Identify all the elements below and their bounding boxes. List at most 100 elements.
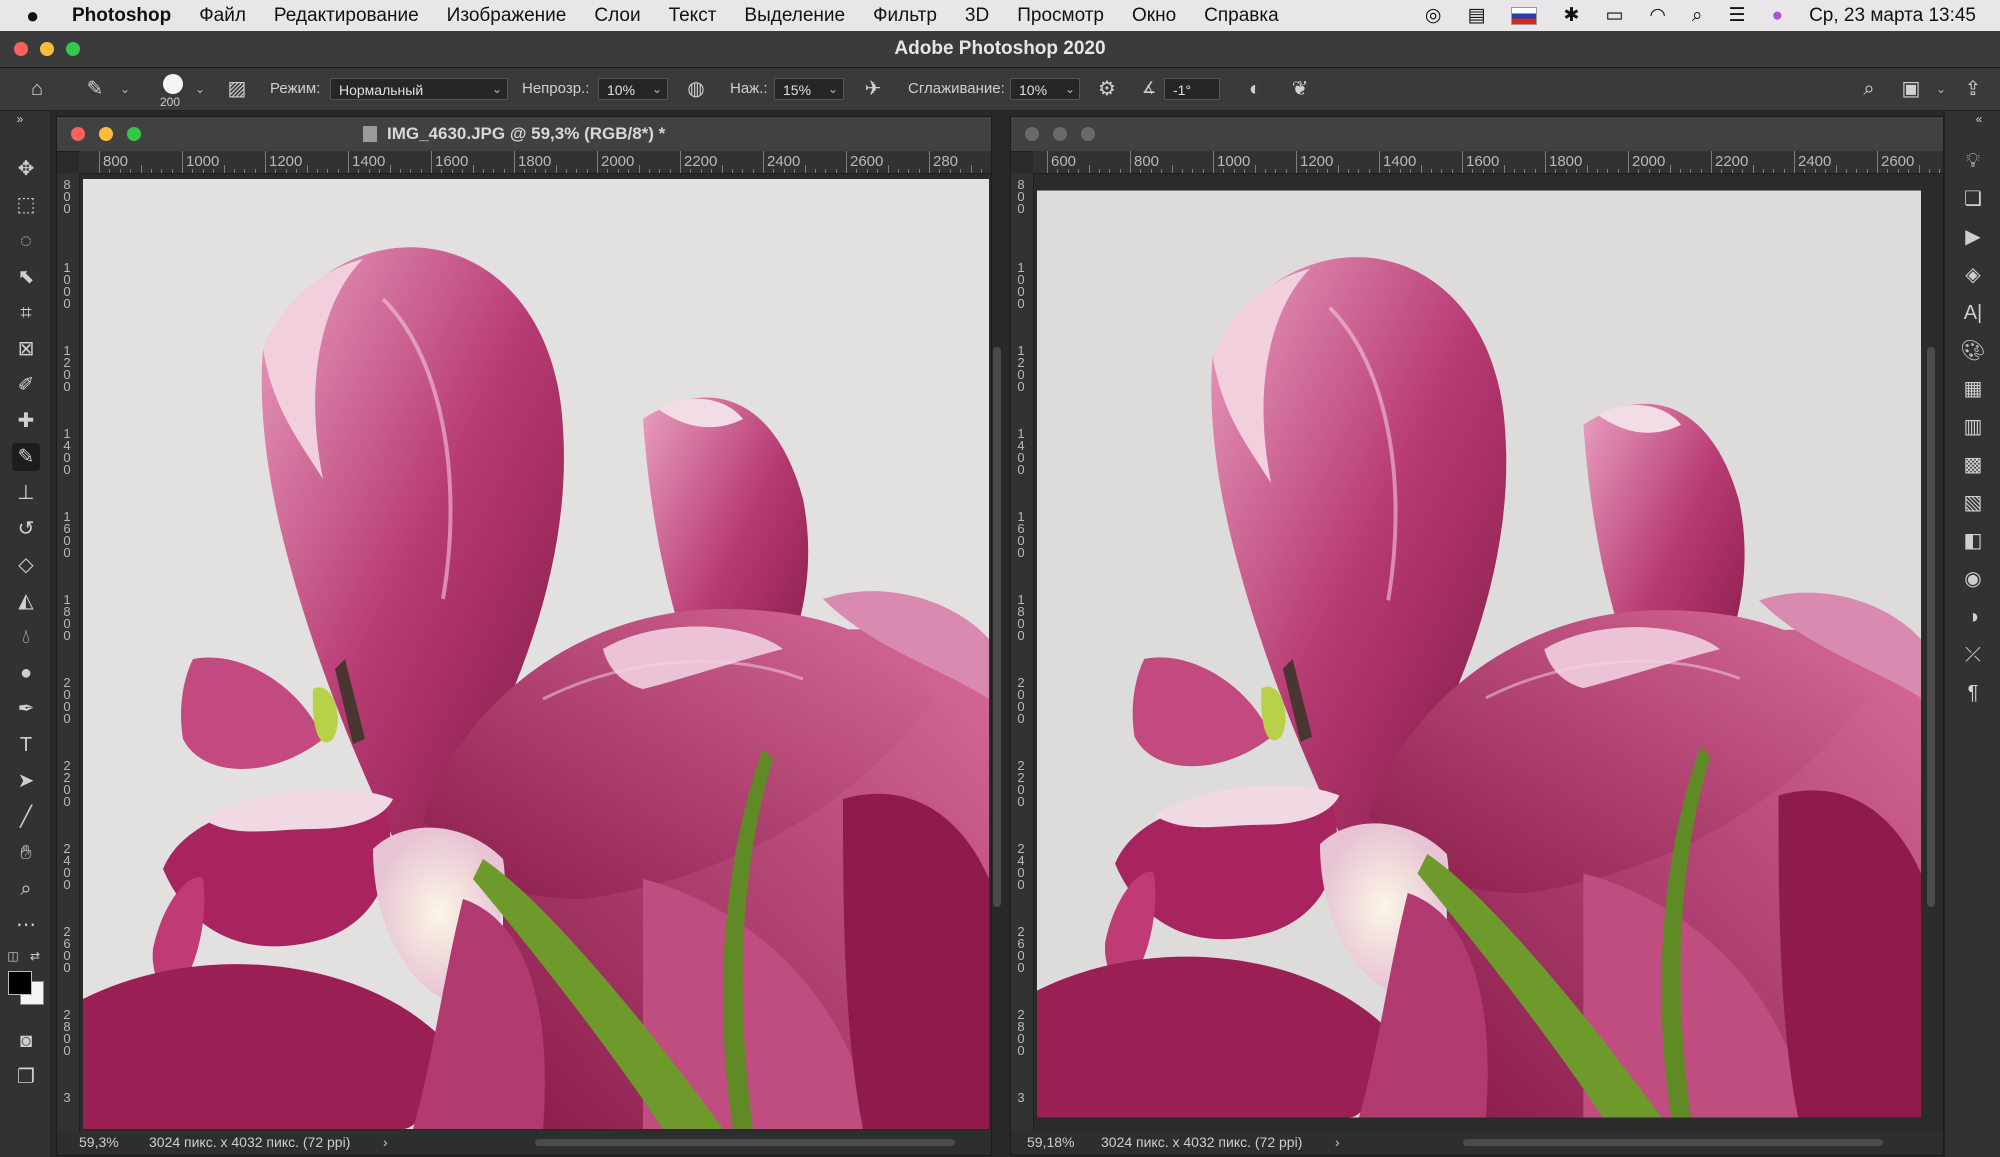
character-panel-icon[interactable]: A| [1959, 299, 1987, 327]
gradients-panel-icon[interactable]: ▥ [1959, 413, 1987, 441]
doc-minimize-button[interactable] [99, 127, 113, 141]
horizontal-ruler-right[interactable]: 600 800 1000 1200 1400 1600 1800 2000 2200 2400 26… [1033, 151, 1943, 174]
size-pressure-icon[interactable]: ◐ [1242, 76, 1268, 102]
object-selection-tool-icon[interactable]: ⬉ [12, 263, 40, 291]
screen-mode-icon[interactable]: ❐ [12, 1063, 40, 1091]
canvas-left[interactable] [83, 179, 989, 1129]
menu-edit[interactable]: Редактирование [274, 5, 419, 27]
creative-cloud-icon[interactable]: ◎ [1425, 4, 1442, 27]
horizontal-ruler-left[interactable]: 800 1000 1200 1400 1600 1800 2000 2200 2400 2600 2… [79, 151, 991, 174]
dodge-tool-icon[interactable]: ● [12, 659, 40, 687]
airbrush-icon[interactable]: ✈ [860, 76, 886, 102]
doc-right-close-button[interactable] [1025, 127, 1039, 141]
vertical-scrollbar-right[interactable] [1927, 347, 1935, 907]
siri-icon[interactable]: ● [1772, 5, 1783, 27]
actions-panel-icon[interactable]: ▶ [1959, 223, 1987, 251]
symmetry-butterfly-icon[interactable]: ❦ [1287, 76, 1313, 102]
wifi-icon[interactable]: ◠ [1649, 4, 1666, 27]
history-brush-tool-icon[interactable]: ↺ [12, 515, 40, 543]
menu-type[interactable]: Текст [669, 5, 717, 27]
document-info[interactable]: 3024 пикс. x 4032 пикс. (72 ppi) [149, 1131, 350, 1153]
lasso-tool-icon[interactable]: ◌ [12, 227, 40, 255]
menu-3d[interactable]: 3D [965, 5, 989, 27]
opacity-chevron-icon[interactable]: ⌄ [652, 68, 662, 110]
menu-image[interactable]: Изображение [447, 5, 567, 27]
edit-toolbar-icon[interactable]: ⋯ [12, 911, 40, 939]
zoom-level[interactable]: 59,3% [79, 1131, 119, 1153]
status-menu-chevron-right-icon[interactable]: › [1335, 1131, 1340, 1153]
swap-colors-icon[interactable]: ⇄ [28, 949, 42, 963]
input-source-flag-icon[interactable] [1511, 6, 1538, 25]
control-strip-icon[interactable]: ▤ [1467, 4, 1485, 27]
menu-view[interactable]: Просмотр [1017, 5, 1104, 27]
vertical-ruler-left[interactable]: 800 1000 1200 1400 1600 1800 2000 2200 2400 2600 2… [57, 173, 80, 1131]
collapse-panel-icon[interactable]: » [6, 111, 34, 127]
adjustments-panel-icon[interactable]: ▧ [1959, 489, 1987, 517]
home-icon[interactable]: ⌂ [24, 76, 50, 102]
path-selection-tool-icon[interactable]: ➤ [12, 767, 40, 795]
menu-photoshop[interactable]: Photoshop [72, 5, 171, 27]
menu-window[interactable]: Окно [1132, 5, 1176, 27]
menubar-datetime[interactable]: Ср, 23 марта 13:45 [1809, 5, 1976, 27]
doc-close-button[interactable] [71, 127, 85, 141]
document-tab-left[interactable]: IMG_4630.JPG @ 59,3% (RGB/8*) * [57, 117, 991, 152]
vertical-ruler-right[interactable]: 800 1000 1200 1400 1600 1800 2000 2200 2400 2600 2… [1011, 173, 1034, 1131]
expand-panels-icon[interactable]: « [1965, 111, 1993, 127]
menu-select[interactable]: Выделение [744, 5, 845, 27]
opacity-pressure-icon[interactable]: ◍ [683, 76, 709, 102]
clone-stamp-tool-icon[interactable]: ⊥ [12, 479, 40, 507]
brush-preset-icon[interactable]: ✎ [82, 76, 108, 102]
blur-tool-icon[interactable]: 💧︎ [12, 623, 40, 651]
doc-right-minimize-button[interactable] [1053, 127, 1067, 141]
libraries-panel-icon[interactable]: ❏ [1959, 185, 1987, 213]
workspace-chevron-icon[interactable]: ⌄ [1936, 68, 1946, 110]
bluetooth-icon[interactable]: ✱ [1563, 4, 1579, 27]
paragraph-panel-icon[interactable]: ¶ [1959, 679, 1987, 707]
menu-help[interactable]: Справка [1204, 5, 1279, 27]
styles-panel-icon[interactable]: ◑ [1959, 603, 1987, 631]
foreground-color-swatch[interactable] [8, 971, 32, 995]
color-panel-icon[interactable]: 🎨︎ [1959, 337, 1987, 365]
patterns-panel-icon[interactable]: ▩ [1959, 451, 1987, 479]
paths-panel-icon[interactable]: ⤫ [1959, 641, 1987, 669]
horizontal-scrollbar-left[interactable] [535, 1139, 955, 1146]
brush-preset-chevron-icon[interactable]: ⌄ [120, 68, 130, 110]
rectangular-marquee-tool-icon[interactable]: ⬚ [12, 191, 40, 219]
battery-icon[interactable]: ▭ [1605, 4, 1623, 27]
menu-filter[interactable]: Фильтр [873, 5, 937, 27]
smoothing-chevron-icon[interactable]: ⌄ [1065, 68, 1075, 110]
mode-select[interactable]: Нормальный [330, 78, 508, 100]
doc-right-zoom-button[interactable] [1081, 127, 1095, 141]
share-icon[interactable]: ⇪ [1960, 76, 1986, 102]
document-tab-right[interactable] [1011, 117, 1943, 152]
move-tool-icon[interactable]: ✥ [12, 155, 40, 183]
line-tool-icon[interactable]: ╱ [12, 803, 40, 831]
document-info-right[interactable]: 3024 пикс. x 4032 пикс. (72 ppi) [1101, 1131, 1302, 1153]
quick-mask-icon[interactable]: ◙ [12, 1027, 40, 1055]
menu-file[interactable]: Файл [199, 5, 246, 27]
default-colors-icon[interactable]: ◫ [6, 949, 20, 963]
mode-chevron-icon[interactable]: ⌄ [492, 68, 502, 110]
crop-tool-icon[interactable]: ⌗ [12, 299, 40, 327]
angle-field[interactable]: -1° [1164, 78, 1220, 100]
workspace-icon[interactable]: ▣ [1898, 76, 1924, 102]
menu-layers[interactable]: Слои [594, 5, 640, 27]
zoom-level-right[interactable]: 59,18% [1027, 1131, 1074, 1153]
pen-tool-icon[interactable]: ✒ [12, 695, 40, 723]
brush-size-chevron-icon[interactable]: ⌄ [195, 68, 205, 110]
zoom-tool-icon[interactable]: ⌕ [12, 875, 40, 903]
control-center-icon[interactable]: ☰ [1729, 4, 1746, 27]
canvas-right[interactable] [1037, 179, 1921, 1129]
smoothing-settings-gear-icon[interactable]: ⚙ [1094, 76, 1120, 102]
frame-tool-icon[interactable]: ⊠ [12, 335, 40, 363]
eyedropper-tool-icon[interactable]: ✐ [12, 371, 40, 399]
pressure-chevron-icon[interactable]: ⌄ [828, 68, 838, 110]
swatches-panel-icon[interactable]: ▦ [1959, 375, 1987, 403]
properties-panel-icon[interactable]: ◧ [1959, 527, 1987, 555]
brush-settings-panel-icon[interactable]: ▨ [224, 76, 250, 102]
horizontal-scrollbar-right[interactable] [1463, 1139, 1883, 1146]
brush-size-preview-icon[interactable] [163, 74, 183, 94]
learn-panel-icon[interactable]: 💡︎ [1959, 147, 1987, 175]
spotlight-search-icon[interactable]: ⌕ [1692, 5, 1703, 27]
status-menu-chevron-icon[interactable]: › [383, 1131, 388, 1153]
